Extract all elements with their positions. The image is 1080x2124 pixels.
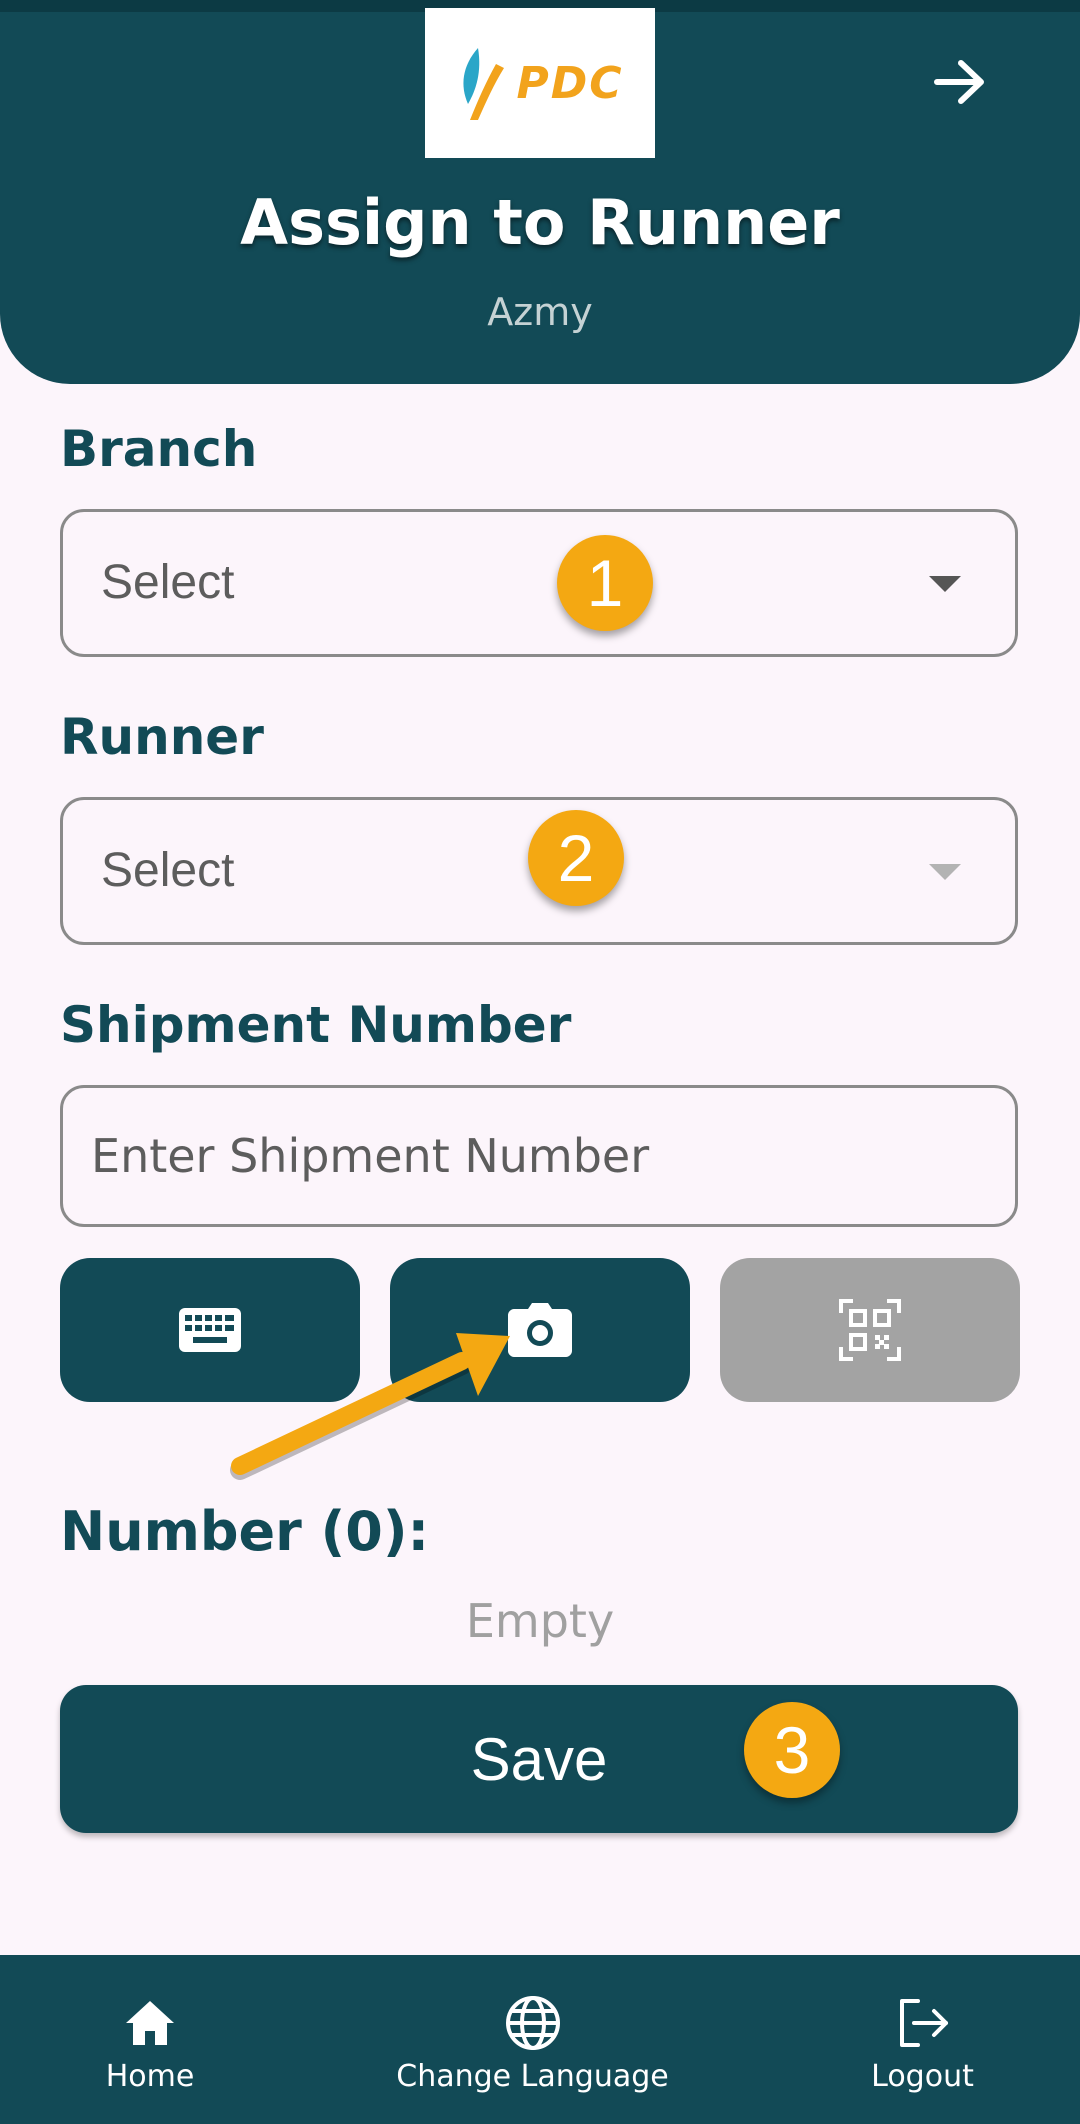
qr-code-icon (839, 1299, 901, 1361)
nav-label-home: Home (105, 2059, 195, 2094)
home-icon (126, 2001, 174, 2045)
runner-select-value: Select (101, 844, 235, 897)
chevron-down-icon (929, 576, 961, 592)
nav-label-change-language: Change Language (396, 2059, 669, 2094)
page-title: Assign to Runner (240, 186, 840, 259)
shipment-number-input[interactable] (60, 1085, 1018, 1227)
branch-select-value: Select (101, 556, 235, 609)
nav-item-logout[interactable]: Logout (860, 1955, 985, 2124)
arrow-right-icon[interactable] (925, 52, 995, 112)
annotation-badge-3: 3 (744, 1702, 840, 1798)
annotation-badge-1: 1 (557, 535, 653, 631)
shipment-number-label: Shipment Number (60, 996, 572, 1054)
empty-list-text: Empty (465, 1594, 615, 1648)
camera-icon (508, 1303, 572, 1357)
branch-label: Branch (60, 420, 258, 478)
company-logo: PDC (425, 8, 655, 158)
camera-scan-button[interactable] (390, 1258, 690, 1402)
page-subtitle: Azmy (487, 290, 593, 334)
app-header: PDC Assign to Runner Azmy (0, 0, 1080, 384)
globe-icon (505, 1996, 560, 2050)
leaf-logo-icon (463, 48, 505, 120)
keyboard-icon (179, 1308, 241, 1352)
qr-scan-button[interactable] (720, 1258, 1020, 1402)
bottom-navigation: Home Change Language Logout (0, 1955, 1080, 2124)
runner-label: Runner (60, 708, 264, 766)
logout-icon (899, 1999, 948, 2047)
number-count-label: Number (0): (60, 1500, 430, 1563)
nav-item-home[interactable]: Home (90, 1955, 210, 2124)
nav-item-change-language[interactable]: Change Language (395, 1955, 670, 2124)
keyboard-input-button[interactable] (60, 1258, 360, 1402)
save-button[interactable]: Save (60, 1685, 1018, 1833)
chevron-down-icon (929, 864, 961, 880)
logo-text: PDC (516, 57, 624, 109)
branch-select[interactable]: Select (60, 509, 1018, 657)
nav-label-logout: Logout (871, 2059, 974, 2094)
save-button-label: Save (470, 1725, 608, 1793)
annotation-badge-2: 2 (528, 810, 624, 906)
